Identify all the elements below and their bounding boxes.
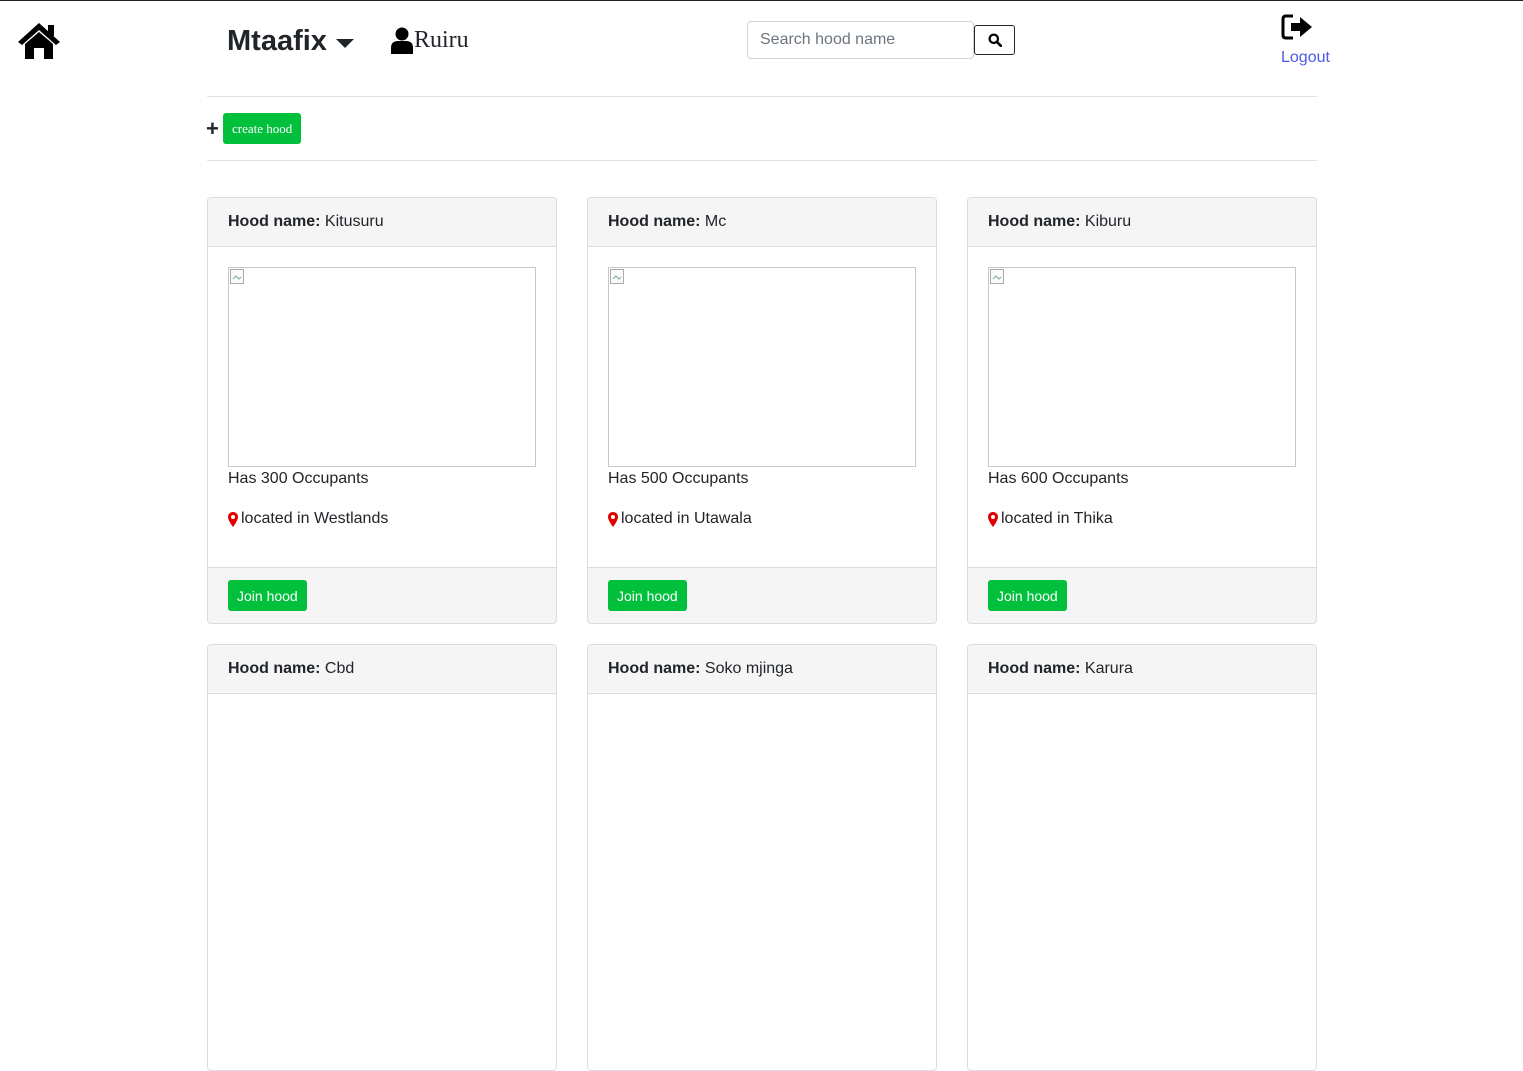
- hood-name: Kiburu: [1084, 213, 1132, 230]
- hood-card: Hood name: Kiburu Has 600 Occupants loca…: [967, 197, 1317, 624]
- hood-card: Hood name: Kitusuru Has 300 Occupants lo…: [207, 197, 557, 624]
- logout-link[interactable]: Logout: [1281, 13, 1330, 67]
- create-hood-row: + create hood: [206, 113, 302, 144]
- broken-image-icon: [990, 269, 1004, 284]
- broken-image-icon: [610, 269, 624, 284]
- hood-card: Hood name: Cbd: [207, 644, 557, 1071]
- map-marker-icon: [988, 511, 998, 527]
- occupants-count: Has 300 Occupants: [228, 470, 369, 487]
- card-header: Hood name: Kitusuru: [208, 198, 556, 247]
- location-line: located in Thika: [988, 510, 1296, 528]
- divider: [207, 160, 1317, 161]
- hood-name-label: Hood name:: [228, 213, 321, 230]
- user-name: Ruiru: [414, 27, 469, 53]
- join-hood-button[interactable]: Join hood: [228, 580, 307, 611]
- card-header: Hood name: Soko mjinga: [588, 645, 936, 694]
- home-icon[interactable]: [17, 22, 61, 60]
- logout-label: Logout: [1281, 49, 1330, 66]
- location-line: located in Utawala: [608, 510, 916, 528]
- hood-card: Hood name: Mc Has 500 Occupants located …: [587, 197, 937, 624]
- occupants-count: Has 500 Occupants: [608, 470, 749, 487]
- hood-name: Kitusuru: [324, 213, 384, 230]
- caret-down-icon: [335, 38, 354, 48]
- card-footer: Join hood: [968, 567, 1316, 623]
- occupants-count: Has 600 Occupants: [988, 470, 1129, 487]
- hood-name: Karura: [1084, 660, 1133, 677]
- hood-name-label: Hood name:: [988, 660, 1081, 677]
- card-footer: Join hood: [588, 567, 936, 623]
- card-footer: Join hood: [208, 567, 556, 623]
- hood-name: Soko mjinga: [704, 660, 793, 677]
- hood-name-label: Hood name:: [228, 660, 321, 677]
- search-input[interactable]: [747, 21, 974, 59]
- hood-name-label: Hood name:: [988, 213, 1081, 230]
- search-icon: [988, 33, 1002, 47]
- hood-name-label: Hood name:: [608, 213, 701, 230]
- brand-title: Mtaafix: [227, 25, 327, 57]
- card-header: Hood name: Mc: [588, 198, 936, 247]
- map-marker-icon: [608, 511, 618, 527]
- hood-card: Hood name: Karura: [967, 644, 1317, 1071]
- user-icon: [391, 27, 413, 54]
- map-marker-icon: [228, 511, 238, 527]
- broken-image-icon: [230, 269, 244, 284]
- divider: [207, 96, 1317, 97]
- card-header: Hood name: Cbd: [208, 645, 556, 694]
- create-hood-button[interactable]: create hood: [223, 113, 302, 144]
- card-body: Has 600 Occupants located in Thika: [968, 247, 1316, 567]
- join-hood-button[interactable]: Join hood: [988, 580, 1067, 611]
- hood-name: Cbd: [324, 660, 355, 677]
- hood-image: [988, 267, 1296, 467]
- search-button[interactable]: [974, 25, 1015, 55]
- card-body: Has 300 Occupants located in Westlands: [208, 247, 556, 567]
- location-text: located in Utawala: [621, 510, 752, 527]
- user-profile-link[interactable]: Ruiru: [391, 27, 469, 54]
- hood-image: [608, 267, 916, 467]
- join-hood-button[interactable]: Join hood: [608, 580, 687, 611]
- card-body: Has 500 Occupants located in Utawala: [588, 247, 936, 567]
- card-header: Hood name: Karura: [968, 645, 1316, 694]
- brand-dropdown[interactable]: Mtaafix: [227, 25, 354, 58]
- location-text: located in Westlands: [241, 510, 389, 527]
- sign-out-icon: [1281, 14, 1312, 40]
- location-line: located in Westlands: [228, 510, 536, 528]
- hood-name-label: Hood name:: [608, 660, 701, 677]
- plus-icon: +: [206, 115, 219, 141]
- hood-image: [228, 267, 536, 467]
- hood-name: Mc: [704, 213, 727, 230]
- card-header: Hood name: Kiburu: [968, 198, 1316, 247]
- hood-card: Hood name: Soko mjinga: [587, 644, 937, 1071]
- location-text: located in Thika: [1001, 510, 1113, 527]
